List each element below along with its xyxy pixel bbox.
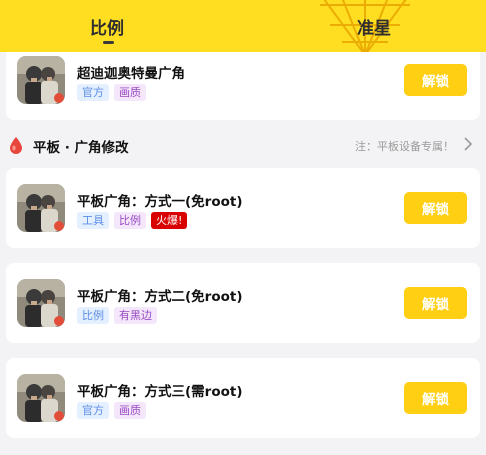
tag-label: 画质 bbox=[114, 402, 146, 419]
unlock-button[interactable]: 解锁 bbox=[404, 287, 467, 319]
tag-label: 工具 bbox=[77, 212, 109, 229]
tag-label: 有黑边 bbox=[114, 307, 157, 324]
game-thumbnail-icon bbox=[17, 56, 65, 104]
feature-card: 平板广角：方式二(免root) 比例 有黑边 解锁 bbox=[6, 263, 480, 343]
feature-tags: 官方 画质 bbox=[77, 84, 146, 101]
feature-tags: 工具 比例 火爆! bbox=[77, 212, 188, 229]
feature-list: 超迪迦奥特曼广角 官方 画质 解锁 平板 · 广角修改 注：平板设备专属！ 平板… bbox=[0, 52, 486, 455]
feature-card: 超迪迦奥特曼广角 官方 画质 解锁 bbox=[6, 52, 480, 120]
active-tab-indicator bbox=[103, 41, 114, 44]
feature-name: 平板广角：方式二(免root) bbox=[77, 289, 243, 305]
feature-tags: 比例 有黑边 bbox=[77, 307, 157, 324]
game-thumbnail-icon bbox=[17, 184, 65, 232]
feature-name: 超迪迦奥特曼广角 bbox=[77, 66, 185, 82]
game-thumbnail-icon bbox=[17, 279, 65, 327]
unlock-button[interactable]: 解锁 bbox=[404, 192, 467, 224]
feature-card: 平板广角：方式三(需root) 官方 画质 解锁 bbox=[6, 358, 480, 438]
tag-label: 比例 bbox=[77, 307, 109, 324]
game-thumbnail-icon bbox=[17, 374, 65, 422]
tag-label: 比例 bbox=[114, 212, 146, 229]
feature-name: 平板广角：方式一(免root) bbox=[77, 194, 243, 210]
tag-label: 官方 bbox=[77, 84, 109, 101]
section-title: 平板 · 广角修改 bbox=[33, 140, 129, 156]
feature-card: 平板广角：方式一(免root) 工具 比例 火爆! 解锁 bbox=[6, 168, 480, 248]
tab-crosshair[interactable]: 准星 bbox=[357, 14, 391, 39]
section-header: 平板 · 广角修改 注：平板设备专属！ bbox=[0, 125, 486, 165]
feature-name: 平板广角：方式三(需root) bbox=[77, 384, 243, 400]
section-note[interactable]: 注：平板设备专属！ bbox=[355, 138, 454, 154]
tag-label: 画质 bbox=[114, 84, 146, 101]
tab-ratio[interactable]: 比例 bbox=[90, 14, 124, 39]
tag-label: 官方 bbox=[77, 402, 109, 419]
unlock-button[interactable]: 解锁 bbox=[404, 64, 467, 96]
top-tab-bar: 比例 准星 bbox=[0, 0, 486, 52]
feature-tags: 官方 画质 bbox=[77, 402, 146, 419]
unlock-button[interactable]: 解锁 bbox=[404, 382, 467, 414]
chevron-right-icon[interactable] bbox=[464, 137, 472, 151]
hot-badge: 火爆! bbox=[151, 212, 188, 229]
flame-drop-icon bbox=[10, 137, 22, 154]
